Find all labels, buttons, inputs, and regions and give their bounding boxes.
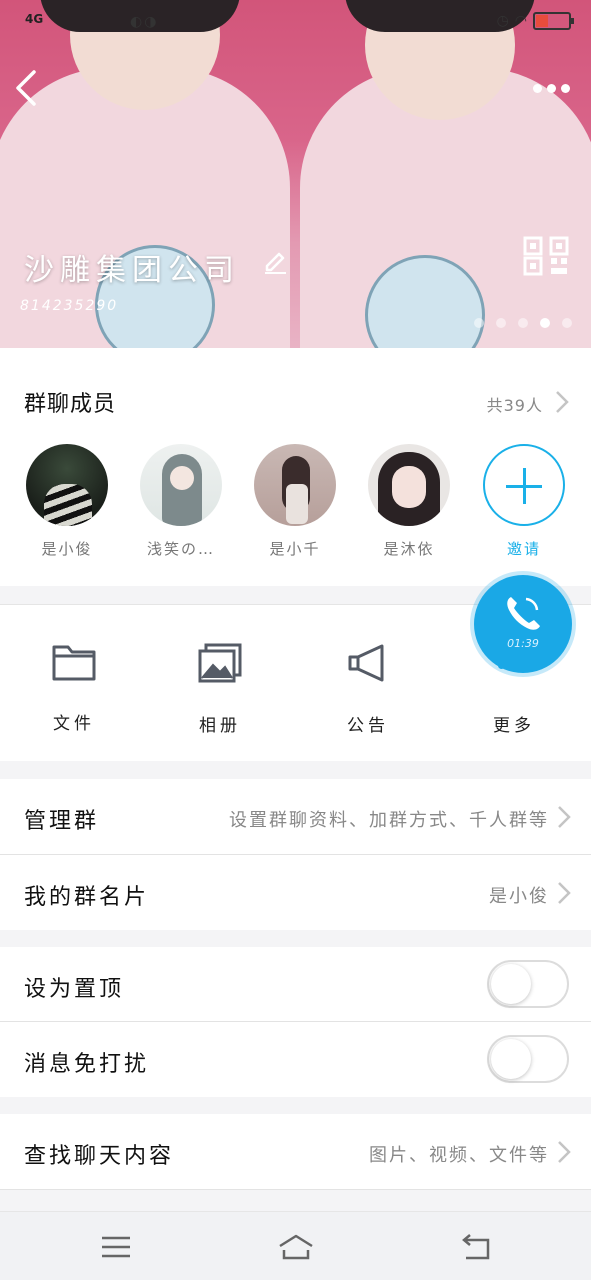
group-id: 814235290 [20, 298, 119, 314]
signal-indicator: 4G [25, 12, 44, 26]
menu-icon[interactable] [96, 1230, 136, 1264]
members-section: 群聊成员 共39人 是小俊 浅笑の… 是小千 是沐依 邀请 [0, 348, 591, 586]
more-dot-icon [533, 83, 542, 93]
chevron-right-icon [558, 806, 571, 828]
plus-icon [483, 444, 565, 526]
member-name: 是小俊 [41, 540, 93, 558]
my-group-card-row[interactable]: 我的群名片 是小俊 [0, 855, 591, 930]
search-history-row[interactable]: 查找聊天内容 图片、视频、文件等 [0, 1114, 591, 1189]
carousel-dot [474, 318, 484, 328]
my-group-card-value: 是小俊 [489, 886, 549, 907]
call-duration: 01:39 [507, 637, 539, 650]
status-bar: 4G ◐◑ ◷ ◠ [0, 0, 591, 44]
carousel-indicator [474, 318, 572, 328]
notice-button[interactable]: 公告 [318, 643, 418, 736]
carousel-dot-active [540, 318, 550, 328]
avatar [140, 444, 222, 526]
battery-icon [533, 12, 574, 30]
album-label: 相册 [199, 716, 241, 736]
more-label: 更多 [493, 716, 535, 736]
wifi-icon: ◠ [514, 13, 527, 29]
member-name: 是小千 [269, 540, 321, 558]
avatar [26, 444, 108, 526]
more-dot-icon [547, 83, 556, 93]
carousel-dot [518, 318, 528, 328]
alarm-icon: ◷ [496, 13, 509, 29]
invite-member-button[interactable]: 邀请 [474, 444, 574, 559]
photo-album-icon [198, 643, 242, 683]
chevron-right-icon[interactable] [555, 390, 569, 414]
call-indicator-dot [498, 662, 505, 669]
phone-icon [507, 597, 540, 630]
members-title: 群聊成员 [24, 392, 117, 417]
pin-top-toggle[interactable] [487, 960, 569, 1008]
invite-label: 邀请 [506, 540, 541, 558]
toggle-knob [491, 1039, 531, 1079]
chevron-right-icon [558, 1141, 571, 1163]
avatar [368, 444, 450, 526]
ongoing-call-bubble[interactable]: 01:39 [474, 575, 572, 673]
manage-group-value: 设置群聊资料、加群方式、千人群等 [229, 810, 549, 831]
group-profile-screen: 4G ◐◑ ◷ ◠ 沙雕集团公司 814235290 群聊成员 共39人 是小俊… [0, 0, 591, 1280]
more-options-button[interactable] [533, 78, 573, 98]
back-button[interactable] [12, 68, 42, 108]
toggle-knob [491, 964, 531, 1004]
notice-label: 公告 [347, 716, 389, 736]
avatar [254, 444, 336, 526]
member-item[interactable]: 浅笑の… [131, 444, 231, 559]
files-button[interactable]: 文件 [24, 643, 124, 734]
files-label: 文件 [53, 714, 95, 734]
chevron-left-icon [16, 70, 36, 106]
group-cover-photo[interactable]: 4G ◐◑ ◷ ◠ 沙雕集团公司 814235290 [0, 0, 591, 348]
row-divider [0, 1189, 591, 1190]
back-nav-icon[interactable] [456, 1230, 496, 1264]
album-button[interactable]: 相册 [170, 643, 270, 736]
member-item[interactable]: 是沐依 [359, 444, 459, 559]
mute-row: 消息免打扰 [0, 1022, 591, 1097]
pin-top-label: 设为置顶 [24, 977, 125, 1002]
system-nav-bar [0, 1211, 591, 1280]
carousel-dot [496, 318, 506, 328]
members-count[interactable]: 共39人 [487, 392, 543, 416]
home-icon[interactable] [276, 1230, 316, 1264]
my-group-card-label: 我的群名片 [24, 885, 150, 910]
member-name: 浅笑の… [146, 540, 215, 558]
carousel-dot [562, 318, 572, 328]
status-right: ◷ ◠ [496, 12, 574, 30]
mute-toggle[interactable] [487, 1035, 569, 1083]
pin-top-row: 设为置顶 [0, 947, 591, 1022]
group-name: 沙雕集团公司 [24, 253, 240, 288]
member-item[interactable]: 是小千 [245, 444, 345, 559]
more-dot-icon [561, 83, 570, 93]
member-item[interactable]: 是小俊 [17, 444, 117, 559]
manage-group-label: 管理群 [24, 809, 100, 834]
edit-pencil-icon[interactable] [262, 248, 288, 274]
mute-label: 消息免打扰 [24, 1052, 150, 1077]
search-history-label: 查找聊天内容 [24, 1144, 175, 1169]
notification-icons: ◐◑ [130, 14, 159, 30]
megaphone-icon [348, 644, 384, 682]
manage-group-row[interactable]: 管理群 设置群聊资料、加群方式、千人群等 [0, 779, 591, 854]
qr-code-icon[interactable] [523, 236, 571, 276]
member-name: 是沐依 [383, 540, 435, 558]
search-history-value: 图片、视频、文件等 [369, 1145, 549, 1166]
chevron-right-icon [558, 882, 571, 904]
folder-icon [52, 645, 96, 681]
